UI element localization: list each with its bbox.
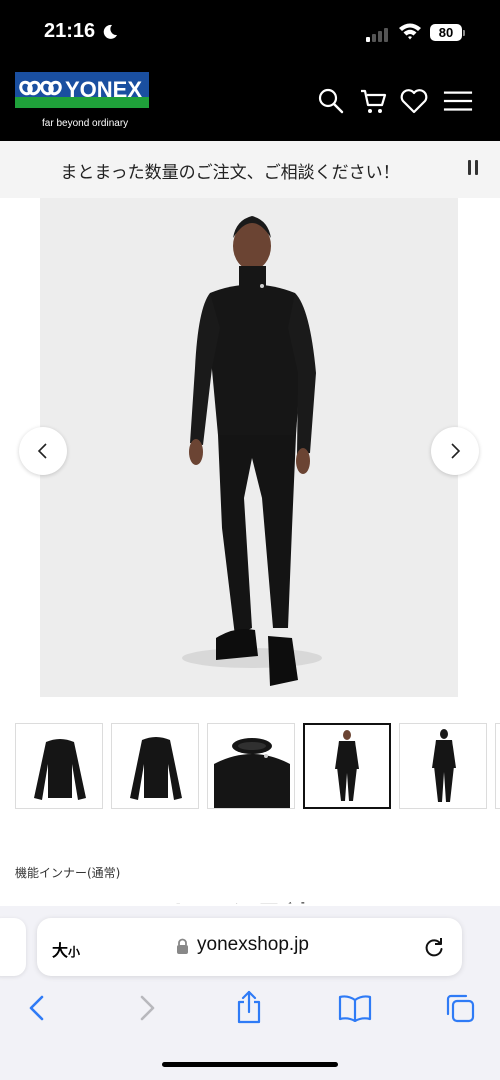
- tabs-icon[interactable]: [444, 992, 476, 1024]
- home-indicator: [162, 1062, 338, 1067]
- pause-icon[interactable]: [466, 160, 480, 178]
- yonex-logo[interactable]: YONEX: [15, 72, 149, 108]
- thumbnail-front[interactable]: [15, 723, 103, 809]
- thumbnail-back[interactable]: [111, 723, 199, 809]
- status-bar: 21:16 80: [0, 0, 500, 66]
- bookmarks-icon[interactable]: [338, 994, 372, 1022]
- battery-tip: [463, 30, 465, 36]
- forward-icon[interactable]: [134, 994, 158, 1022]
- menu-icon[interactable]: [443, 86, 473, 116]
- battery-indicator: 80: [430, 24, 462, 41]
- wifi-icon: [399, 23, 421, 40]
- heart-icon[interactable]: [399, 86, 429, 116]
- thumbnail-full-front[interactable]: [303, 723, 391, 809]
- thumbnail-collar[interactable]: [207, 723, 295, 809]
- chevron-right-icon: [451, 443, 461, 459]
- search-icon[interactable]: [316, 86, 346, 116]
- chevron-left-icon: [37, 443, 47, 459]
- model-figure: [182, 216, 322, 686]
- product-main-image[interactable]: [40, 198, 458, 697]
- carousel-prev-button[interactable]: [19, 427, 67, 475]
- thumbnail-full-back[interactable]: [399, 723, 487, 809]
- reload-icon[interactable]: [422, 935, 446, 959]
- cellular-signal-icon: [366, 26, 390, 42]
- product-category[interactable]: 機能インナー(通常): [15, 864, 120, 881]
- carousel-next-button[interactable]: [431, 427, 479, 475]
- site-header: YONEX far beyond ordinary: [0, 66, 500, 141]
- status-time: 21:16: [44, 20, 96, 42]
- svg-text:YONEX: YONEX: [65, 77, 142, 102]
- moon-icon: [103, 24, 117, 39]
- thumbnail-strip: [15, 723, 500, 813]
- share-icon[interactable]: [234, 990, 264, 1024]
- back-icon[interactable]: [26, 994, 50, 1022]
- thumbnail-extra[interactable]: [495, 723, 500, 809]
- announcement-bar: まとまった数量のご注文、ご相談ください！: [0, 141, 500, 198]
- url-text[interactable]: yonexshop.jp: [197, 934, 309, 956]
- announcement-text: まとまった数量のご注文、ご相談ください！: [60, 163, 400, 183]
- cart-icon[interactable]: [358, 86, 388, 116]
- text-size-button[interactable]: 大小: [52, 937, 80, 961]
- lock-icon: [177, 938, 188, 954]
- previous-tab-preview[interactable]: [0, 918, 26, 976]
- tagline: far beyond ordinary: [42, 118, 129, 129]
